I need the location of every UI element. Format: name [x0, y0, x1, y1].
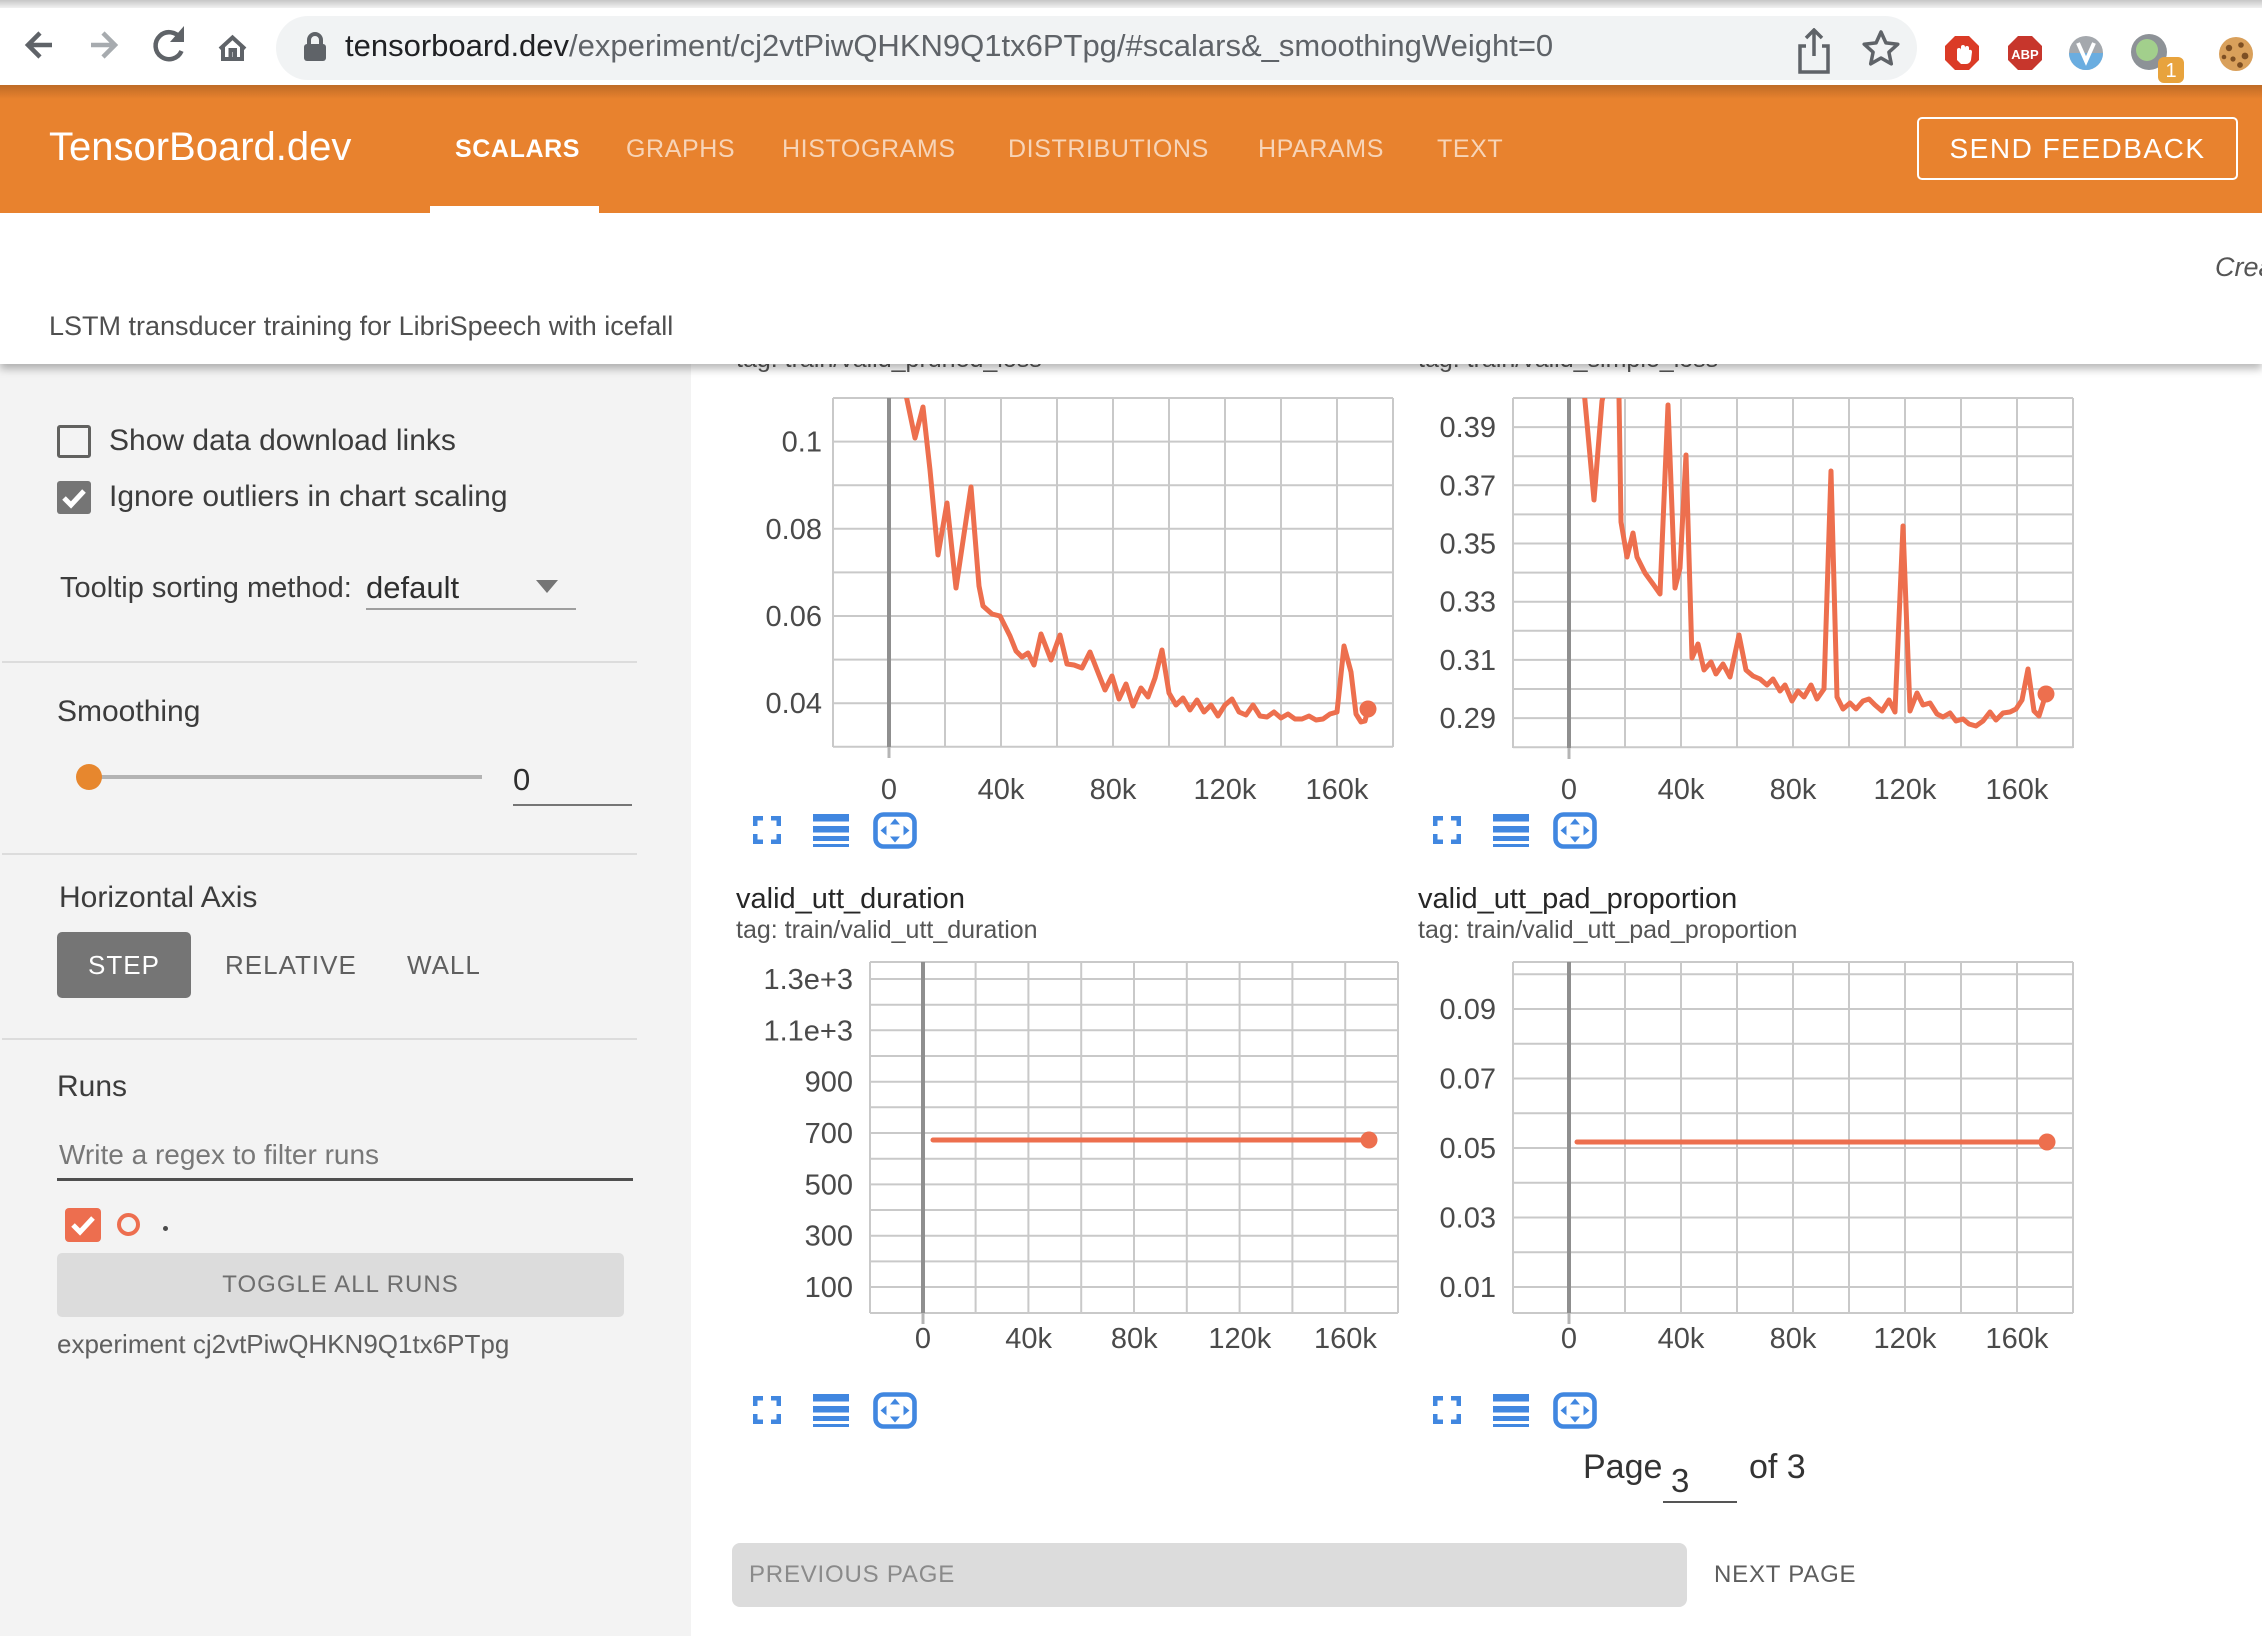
svg-text:0.37: 0.37	[1440, 470, 1496, 502]
svg-text:0: 0	[1561, 1323, 1577, 1355]
svg-text:ABP: ABP	[2011, 47, 2039, 62]
svg-text:40k: 40k	[1005, 1323, 1052, 1355]
svg-text:0.07: 0.07	[1440, 1064, 1496, 1096]
svg-text:80k: 80k	[1770, 774, 1817, 806]
svg-text:120k: 120k	[1194, 774, 1257, 806]
svg-text:0: 0	[1561, 774, 1577, 806]
svg-text:160k: 160k	[1986, 1323, 2049, 1355]
svg-text:160k: 160k	[1306, 774, 1369, 806]
svg-text:120k: 120k	[1874, 774, 1937, 806]
svg-text:40k: 40k	[1658, 774, 1705, 806]
svg-text:0: 0	[915, 1323, 931, 1355]
svg-text:120k: 120k	[1208, 1323, 1271, 1355]
svg-text:80k: 80k	[1111, 1323, 1158, 1355]
svg-text:0.03: 0.03	[1440, 1203, 1496, 1235]
svg-text:1.3e+3: 1.3e+3	[763, 964, 853, 996]
svg-text:0.1: 0.1	[782, 427, 822, 459]
svg-text:0.08: 0.08	[766, 514, 822, 546]
svg-text:0.29: 0.29	[1440, 703, 1496, 735]
svg-text:0.01: 0.01	[1440, 1272, 1496, 1304]
svg-text:80k: 80k	[1770, 1323, 1817, 1355]
svg-text:0.39: 0.39	[1440, 412, 1496, 444]
svg-text:40k: 40k	[978, 774, 1025, 806]
svg-text:40k: 40k	[1658, 1323, 1705, 1355]
svg-text:120k: 120k	[1874, 1323, 1937, 1355]
svg-text:160k: 160k	[1986, 774, 2049, 806]
svg-text:0.05: 0.05	[1440, 1133, 1496, 1165]
svg-text:900: 900	[805, 1067, 853, 1099]
svg-text:0.06: 0.06	[766, 601, 822, 633]
svg-text:0.35: 0.35	[1440, 529, 1496, 561]
svg-text:0: 0	[881, 774, 897, 806]
svg-text:160k: 160k	[1314, 1323, 1377, 1355]
svg-text:0.04: 0.04	[766, 688, 822, 720]
svg-text:300: 300	[805, 1221, 853, 1253]
svg-text:1.1e+3: 1.1e+3	[763, 1015, 853, 1047]
svg-text:0.31: 0.31	[1440, 645, 1496, 677]
svg-text:1: 1	[2165, 60, 2176, 82]
svg-text:0.33: 0.33	[1440, 587, 1496, 619]
svg-text:80k: 80k	[1090, 774, 1137, 806]
svg-text:0.09: 0.09	[1440, 994, 1496, 1026]
svg-text:100: 100	[805, 1272, 853, 1304]
svg-text:700: 700	[805, 1118, 853, 1150]
svg-text:500: 500	[805, 1169, 853, 1201]
